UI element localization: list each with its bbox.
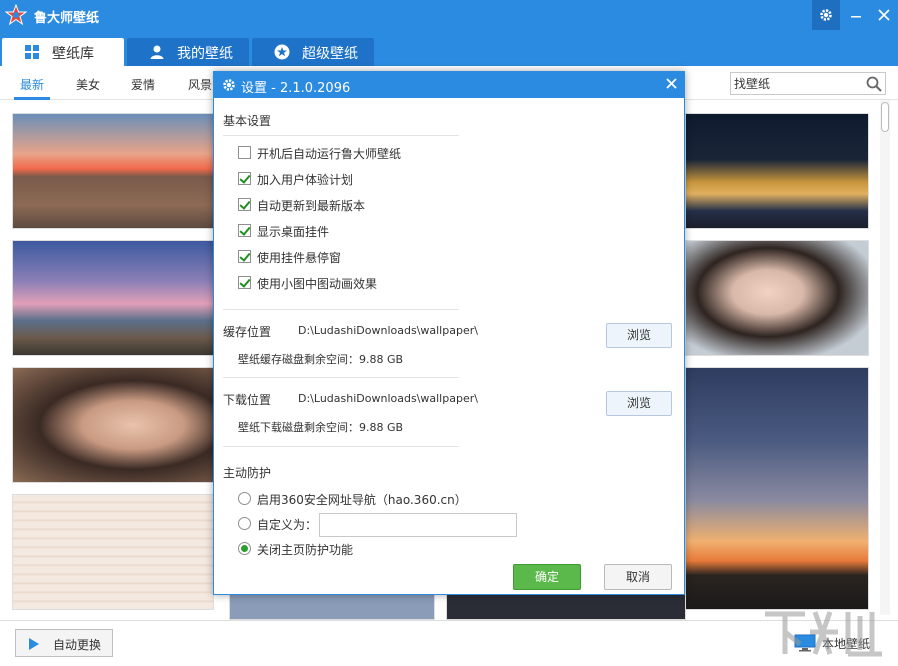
section-divider (223, 135, 459, 136)
option-label: 自定义为： (257, 518, 318, 532)
wallpaper-thumbnail[interactable] (12, 240, 214, 356)
star-icon (274, 44, 290, 60)
option-label: 使用挂件悬停窗 (257, 251, 342, 265)
download-free-space: 壁纸下载磁盘剩余空间：9.88 GB (238, 421, 404, 434)
tab-label: 壁纸库 (52, 46, 94, 62)
cancel-button[interactable]: 取消 (604, 564, 672, 590)
search-box (730, 72, 886, 95)
scrollbar[interactable] (880, 100, 890, 615)
wallpaper-thumbnail[interactable] (12, 494, 214, 610)
option-label: 自动更新到最新版本 (257, 199, 366, 213)
cache-location-label: 缓存位置 (223, 325, 272, 339)
option-label: 使用小图中图动画效果 (257, 277, 378, 291)
option-label: 加入用户体验计划 (257, 173, 354, 187)
search-input[interactable] (734, 75, 862, 92)
download-location-label: 下载位置 (223, 393, 272, 407)
download-path: D:\LudashiDownloads\wallpaper\ (298, 392, 478, 405)
wallpaper-thumbnail[interactable] (685, 240, 869, 356)
protection-heading: 主动防护 (223, 466, 272, 480)
section-divider (223, 446, 459, 447)
cache-path: D:\LudashiDownloads\wallpaper\ (298, 324, 478, 337)
category-love[interactable]: 爱情 (131, 76, 155, 93)
tab-label: 我的壁纸 (177, 46, 233, 62)
download-browse-button[interactable]: 浏览 (606, 391, 672, 416)
settings-dialog: 设置 - 2.1.0.2096 基本设置 开机后自动运行鲁大师壁纸 加入用户体验… (213, 71, 685, 595)
minimize-icon (851, 16, 861, 18)
tab-bar: 壁纸库 我的壁纸 超级壁纸 (0, 30, 898, 66)
gear-icon (223, 79, 235, 91)
category-beauty[interactable]: 美女 (76, 76, 100, 93)
user-icon (150, 45, 164, 59)
section-divider (223, 309, 459, 310)
close-button[interactable] (870, 0, 898, 30)
cache-free-space: 壁纸缓存磁盘剩余空间：9.88 GB (238, 353, 404, 366)
checkbox[interactable] (238, 276, 251, 289)
tab-label: 超级壁纸 (302, 46, 358, 62)
settings-button[interactable] (812, 0, 840, 30)
wallpaper-thumbnail[interactable] (12, 113, 214, 229)
auto-change-label: 自动更换 (53, 638, 102, 652)
checkbox[interactable] (238, 224, 251, 237)
checkbox[interactable] (238, 172, 251, 185)
dialog-header: 设置 - 2.1.0.2096 (214, 72, 684, 98)
tab-super-wallpaper[interactable]: 超级壁纸 (252, 38, 374, 66)
play-icon (29, 638, 39, 650)
scrollbar-thumb[interactable] (881, 102, 889, 132)
wallpaper-thumbnail[interactable] (685, 113, 869, 229)
grid-icon (25, 45, 39, 59)
radio-button[interactable] (238, 517, 251, 530)
option-label: 显示桌面挂件 (257, 225, 330, 239)
tab-wallpaper-library[interactable]: 壁纸库 (2, 38, 124, 66)
app-logo-icon (5, 4, 27, 26)
cache-browse-button[interactable]: 浏览 (606, 323, 672, 348)
tab-my-wallpaper[interactable]: 我的壁纸 (127, 38, 249, 66)
option-label: 启用360安全网址导航（hao.360.cn） (257, 493, 467, 507)
dialog-close-button[interactable] (661, 74, 681, 93)
category-latest[interactable]: 最新 (20, 76, 44, 93)
custom-homepage-input[interactable] (319, 513, 517, 537)
title-bar: 鲁大师壁纸 (0, 0, 898, 30)
minimize-button[interactable] (842, 0, 870, 30)
app-title: 鲁大师壁纸 (34, 11, 100, 26)
checkbox[interactable] (238, 198, 251, 211)
wallpaper-thumbnail[interactable] (12, 367, 214, 483)
close-icon (878, 9, 890, 21)
auto-change-button[interactable]: 自动更换 (15, 629, 113, 657)
option-label: 关闭主页防护功能 (257, 543, 354, 557)
checkbox[interactable] (238, 250, 251, 263)
close-icon (665, 78, 677, 89)
basic-settings-heading: 基本设置 (223, 114, 272, 128)
wallpaper-thumbnail[interactable] (685, 367, 869, 610)
ok-button[interactable]: 确定 (513, 564, 581, 590)
checkbox[interactable] (238, 146, 251, 159)
radio-button[interactable] (238, 542, 251, 555)
option-label: 开机后自动运行鲁大师壁纸 (257, 147, 402, 161)
section-divider (223, 377, 459, 378)
radio-button[interactable] (238, 492, 251, 505)
search-icon[interactable] (865, 75, 883, 93)
dialog-title: 设置 - 2.1.0.2096 (241, 81, 351, 96)
watermark-logo (765, 611, 882, 657)
gear-icon (820, 9, 832, 21)
category-scenery[interactable]: 风景 (188, 76, 212, 93)
